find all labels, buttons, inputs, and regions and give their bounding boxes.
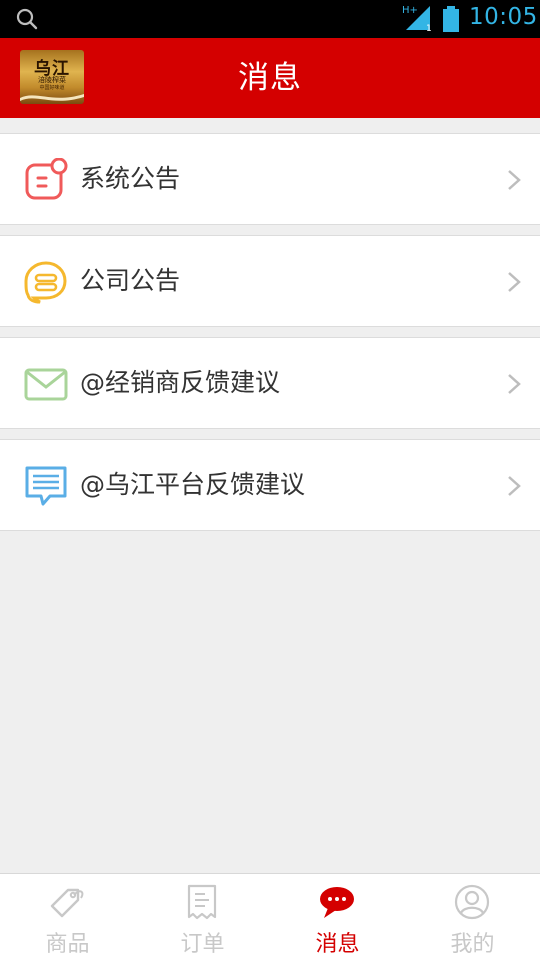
message-item-dealer-feedback[interactable]: @经销商反馈建议 (0, 337, 540, 429)
status-time: 10:05 (469, 4, 538, 30)
chevron-right-icon (508, 374, 521, 394)
message-item-label: @乌江平台反馈建议 (80, 470, 306, 499)
announcement-icon (25, 158, 68, 200)
speech-bubble-icon (320, 887, 354, 918)
user-icon (454, 884, 490, 920)
chevron-right-icon (508, 476, 521, 496)
tab-label: 订单 (180, 932, 225, 957)
chat-bubble-icon (24, 261, 67, 304)
sim-slot: 1 (426, 24, 432, 32)
tag-icon (50, 888, 84, 918)
message-item-label: @经销商反馈建议 (80, 368, 281, 397)
tab-products[interactable]: 商品 (0, 874, 135, 961)
message-item-system-announcement[interactable]: 系统公告 (0, 133, 540, 225)
app-header: 乌江 涪陵榨菜 中国好味道 消息 (0, 38, 540, 118)
status-bar: H+ 1 10:05 (0, 0, 540, 38)
battery-icon (443, 6, 459, 32)
envelope-icon (24, 368, 68, 401)
tab-label: 消息 (315, 932, 360, 957)
signal-icon: 1 (406, 6, 432, 32)
message-item-label: 系统公告 (80, 164, 181, 193)
tab-label: 我的 (450, 932, 495, 957)
message-item-company-announcement[interactable]: 公司公告 (0, 235, 540, 327)
bottom-tab-bar: 商品 订单 消息 我的 (0, 873, 540, 961)
tab-label: 商品 (45, 932, 90, 957)
chevron-right-icon (508, 170, 521, 190)
message-item-label: 公司公告 (80, 266, 181, 295)
message-lines-icon (25, 466, 67, 506)
tab-profile[interactable]: 我的 (405, 874, 540, 961)
receipt-icon (187, 884, 217, 920)
message-item-platform-feedback[interactable]: @乌江平台反馈建议 (0, 439, 540, 531)
chevron-right-icon (508, 272, 521, 292)
tab-messages[interactable]: 消息 (270, 874, 405, 961)
search-icon[interactable] (16, 8, 38, 30)
page-title: 消息 (238, 60, 302, 96)
tab-orders[interactable]: 订单 (135, 874, 270, 961)
